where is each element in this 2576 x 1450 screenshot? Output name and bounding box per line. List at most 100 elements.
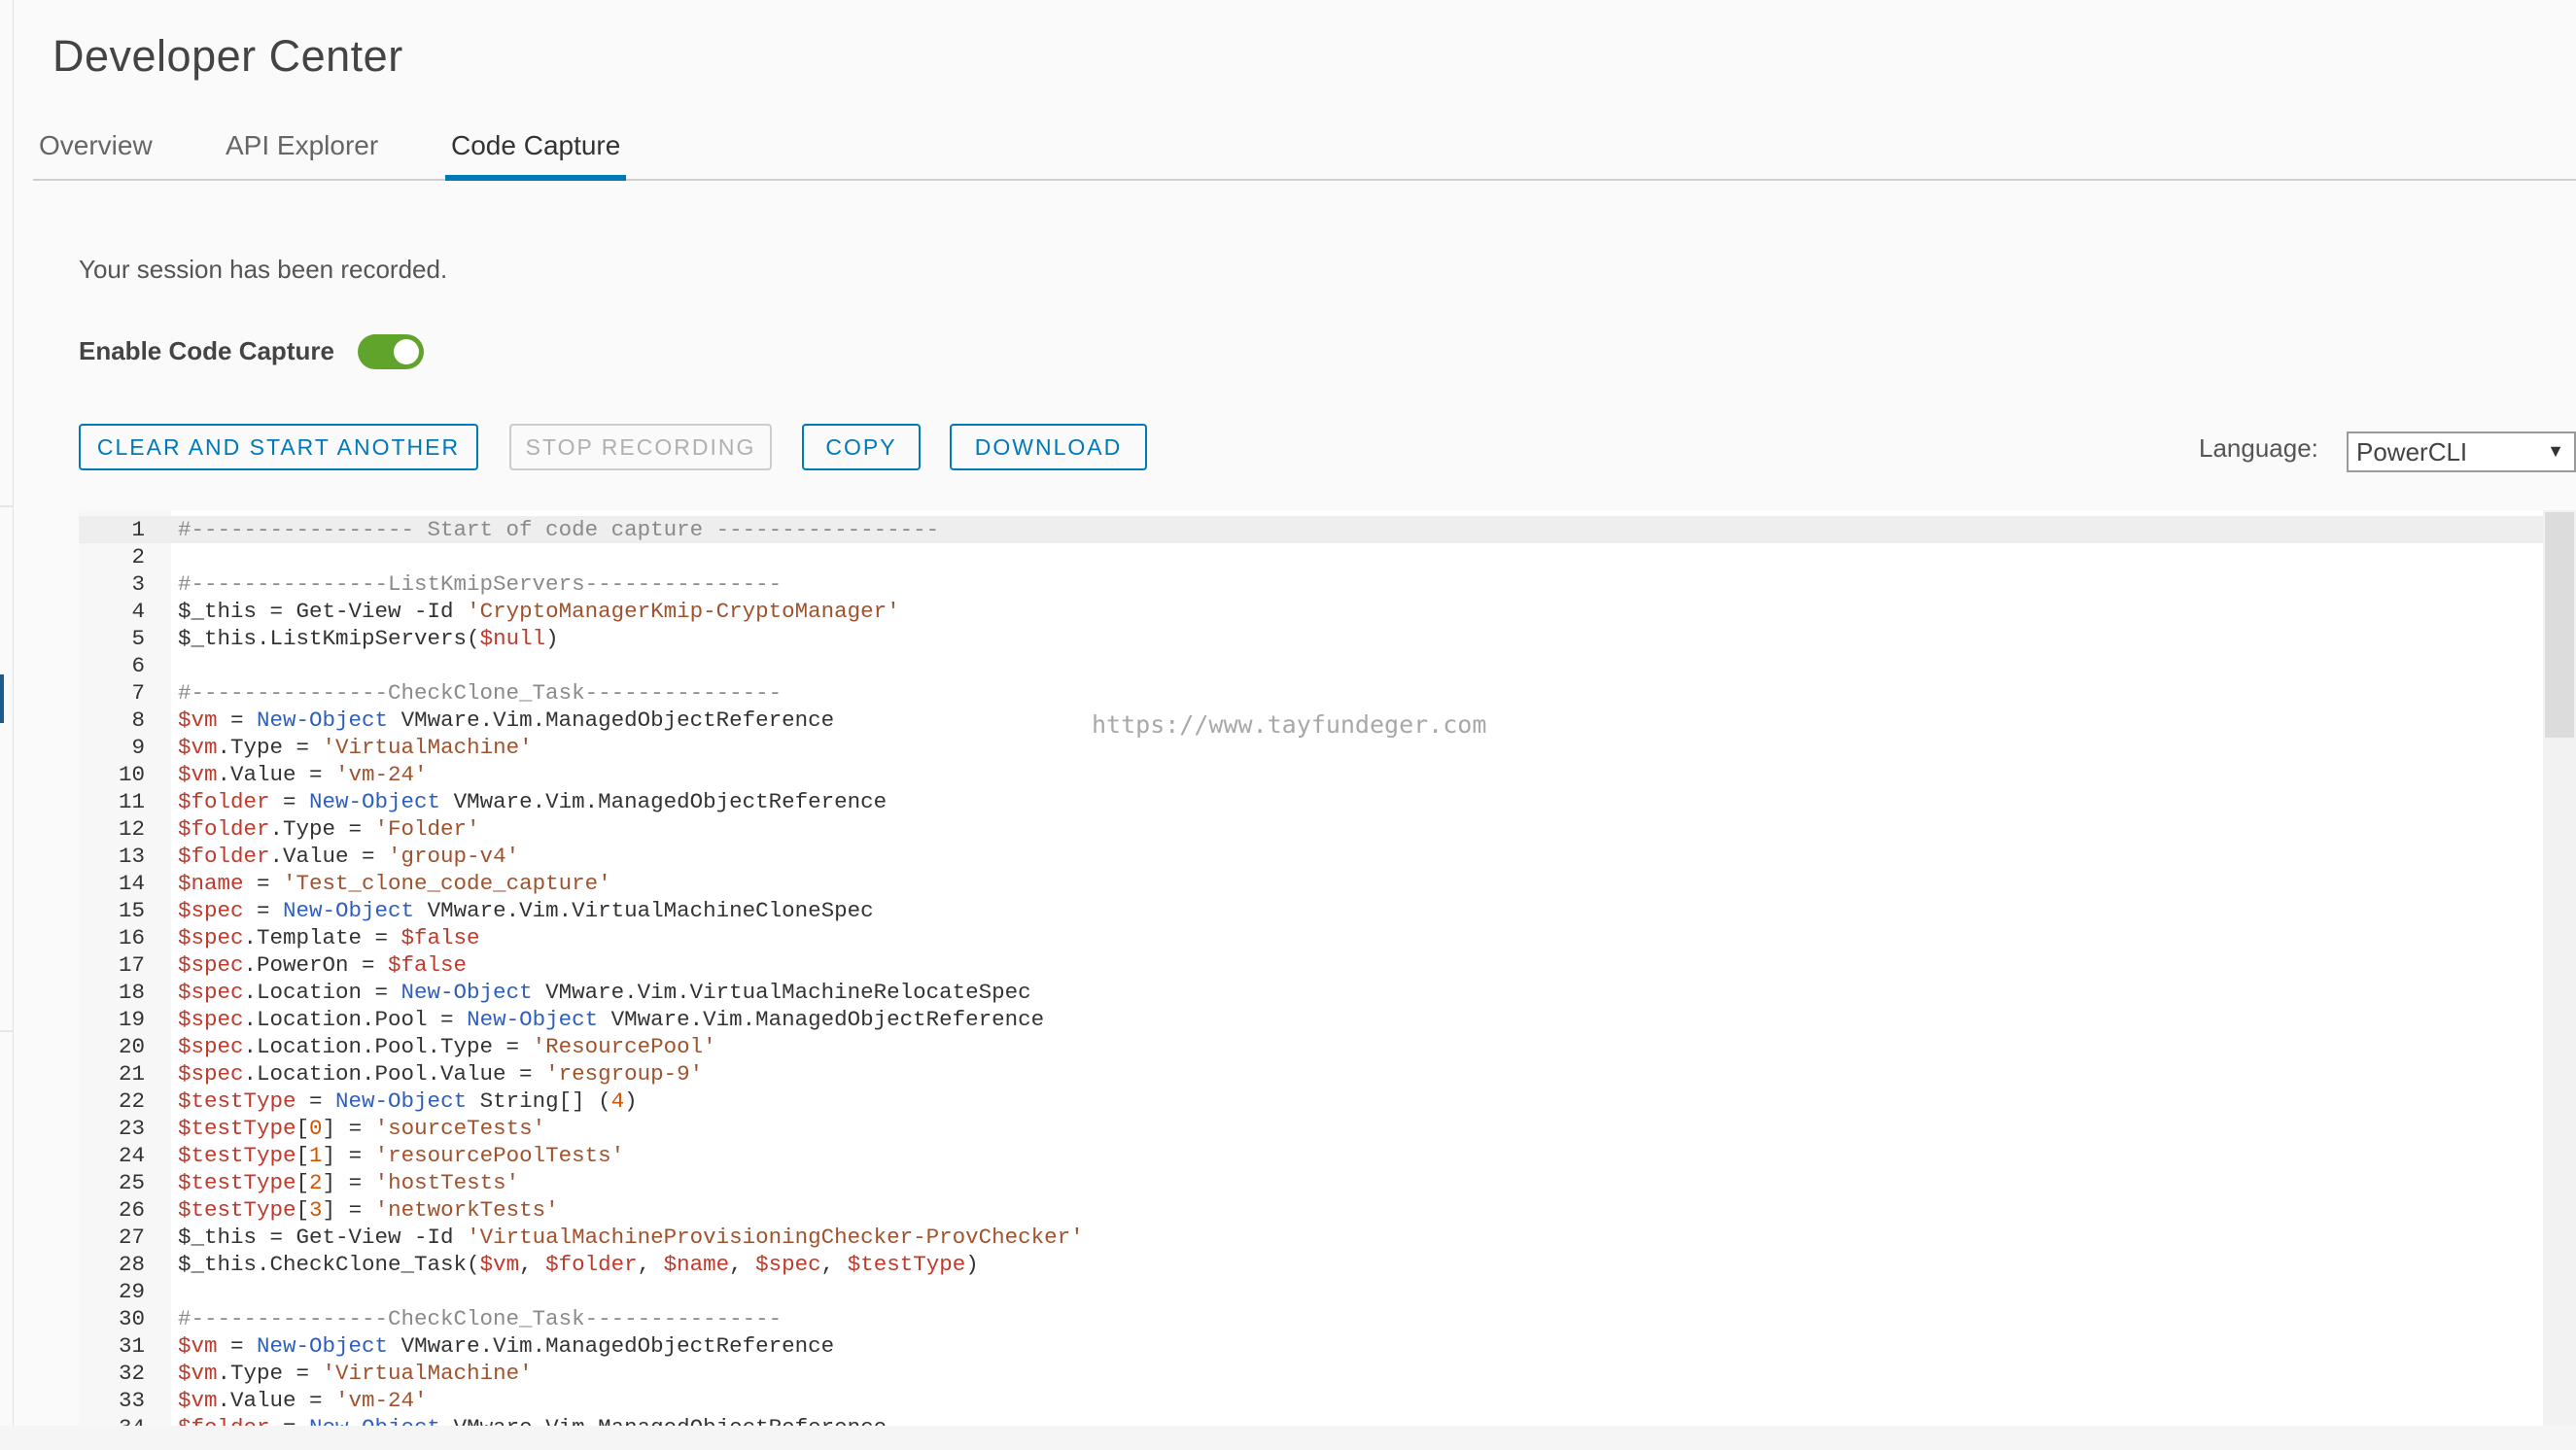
session-status-message: Your session has been recorded.	[79, 255, 448, 284]
code-token: ] =	[322, 1143, 375, 1168]
line-number: 5	[131, 626, 145, 651]
code-text: #---------------ListKmipServers---------…	[178, 570, 782, 598]
code-token: 'VirtualMachine'	[322, 735, 533, 760]
code-text: $testType[3] = 'networkTests'	[178, 1196, 559, 1224]
code-token: .PowerOn =	[243, 952, 389, 978]
code-token: $spec	[178, 1007, 244, 1032]
code-token: [	[296, 1116, 310, 1141]
code-token: 'resgroup-9'	[545, 1061, 704, 1087]
tab-code-capture[interactable]: Code Capture	[445, 130, 627, 181]
code-text: $spec.Location.Pool.Value = 'resgroup-9'	[178, 1060, 703, 1088]
toggle-knob	[394, 339, 419, 364]
code-token: .Type =	[217, 1361, 323, 1386]
line-number: 24	[118, 1143, 145, 1168]
code-token: 'networkTests'	[374, 1197, 559, 1223]
code-token: $vm	[178, 1333, 218, 1359]
code-text: $_this.ListKmipServers($null)	[178, 625, 559, 652]
code-token: New-Object	[309, 789, 441, 814]
code-line: 4 $_this = Get-View -Id 'CryptoManagerKmi…	[79, 598, 2543, 625]
tab-overview[interactable]: Overview	[33, 130, 158, 181]
code-token: VMware.Vim.ManagedObjectReference	[598, 1007, 1045, 1032]
code-token: $spec	[178, 925, 244, 950]
code-token: .Value =	[217, 1388, 336, 1413]
line-number: 23	[118, 1116, 145, 1141]
code-text: $folder = New-Object VMware.Vim.ManagedO…	[178, 788, 887, 815]
code-line: 30 #---------------CheckClone_Task-------…	[79, 1305, 2543, 1332]
code-token: 'vm-24'	[335, 1388, 428, 1413]
code-token: New-Object	[309, 1415, 440, 1426]
code-token: 'VirtualMachine'	[322, 1361, 533, 1386]
code-line: 5 $_this.ListKmipServers($null)	[79, 625, 2543, 652]
code-token: 'group-v4'	[388, 844, 520, 869]
code-token: 'VirtualMachineProvisioningChecker-ProvC…	[467, 1225, 1084, 1250]
code-token: VMware.Vim.ManagedObjectReference	[388, 708, 835, 733]
code-token: 'resourcePoolTests'	[374, 1143, 625, 1168]
code-token: 'sourceTests'	[374, 1116, 546, 1141]
code-text: $vm = New-Object VMware.Vim.ManagedObjec…	[178, 1332, 834, 1360]
code-token: $vm	[479, 1252, 520, 1277]
line-number: 30	[118, 1306, 145, 1331]
code-line: 13 $folder.Value = 'group-v4'	[79, 843, 2543, 870]
line-number: 17	[118, 952, 145, 978]
code-line: 32 $vm.Type = 'VirtualMachine'	[79, 1360, 2543, 1387]
code-token: $vm	[178, 762, 218, 787]
code-text: #---------------CheckClone_Task---------…	[178, 1305, 782, 1332]
code-line: 7 #---------------CheckClone_Task--------…	[79, 679, 2543, 707]
clear-and-start-another-button[interactable]: CLEAR AND START ANOTHER	[79, 424, 478, 470]
code-token: #---------------CheckClone_Task---------…	[178, 1306, 783, 1331]
editor-scrollbar[interactable]	[2543, 510, 2576, 1426]
left-nav-strip	[0, 0, 14, 1450]
stop-recording-button[interactable]: STOP RECORDING	[509, 424, 772, 470]
code-line: 29	[79, 1278, 2543, 1305]
code-token: $vm	[178, 1388, 218, 1413]
line-number: 11	[118, 789, 145, 814]
code-token: $name	[663, 1252, 730, 1277]
code-line: 10 $vm.Value = 'vm-24'	[79, 761, 2543, 788]
code-line: 2	[79, 543, 2543, 570]
code-token: )	[624, 1088, 638, 1114]
tab-api-explorer[interactable]: API Explorer	[220, 130, 384, 181]
code-token: VMware.Vim.ManagedObjectReference	[440, 1415, 888, 1426]
line-number: 7	[131, 680, 145, 706]
line-number: 21	[118, 1061, 145, 1087]
code-text: $vm.Type = 'VirtualMachine'	[178, 734, 533, 761]
code-editor[interactable]: 1 #----------------- Start of code captur…	[79, 510, 2576, 1426]
code-text: $vm.Type = 'VirtualMachine'	[178, 1360, 533, 1387]
line-number: 4	[131, 599, 145, 624]
code-token: .Location.Pool =	[243, 1007, 468, 1032]
code-token: String[] (	[467, 1088, 611, 1114]
code-text: $_this = Get-View -Id 'VirtualMachinePro…	[178, 1224, 1084, 1251]
code-token: $testType	[178, 1116, 296, 1141]
line-number: 19	[118, 1007, 145, 1032]
code-token: .Value =	[269, 844, 389, 869]
code-text: $spec.Template = $false	[178, 924, 480, 951]
code-text: $vm.Value = 'vm-24'	[178, 761, 428, 788]
code-token: $spec	[178, 1061, 244, 1087]
code-capture-toggle[interactable]	[358, 334, 424, 369]
code-token: $folder	[178, 816, 270, 842]
code-token: .Template =	[243, 925, 401, 950]
code-text: $_this.CheckClone_Task($vm, $folder, $na…	[178, 1251, 979, 1278]
line-number: 18	[118, 980, 145, 1005]
code-token: New-Object	[400, 980, 533, 1005]
code-line: 17 $spec.PowerOn = $false	[79, 951, 2543, 979]
code-line: 12 $folder.Type = 'Folder'	[79, 815, 2543, 843]
line-number: 32	[118, 1361, 145, 1386]
code-token: VMware.Vim.ManagedObjectReference	[440, 789, 888, 814]
language-select[interactable]: PowerCLI ▼	[2347, 432, 2576, 472]
code-text: $spec = New-Object VMware.Vim.VirtualMac…	[178, 897, 874, 924]
download-button[interactable]: DOWNLOAD	[950, 424, 1147, 470]
code-token: )	[965, 1252, 979, 1277]
copy-button[interactable]: COPY	[802, 424, 921, 470]
code-token: .Value =	[217, 762, 336, 787]
code-line: 27 $_this = Get-View -Id 'VirtualMachineP…	[79, 1224, 2543, 1251]
code-token: $spec	[178, 952, 244, 978]
code-line: 6	[79, 652, 2543, 679]
scrollbar-thumb[interactable]	[2545, 512, 2574, 738]
bottom-bar	[0, 1426, 2576, 1450]
line-number: 10	[118, 762, 145, 787]
code-token: $_this.CheckClone_Task(	[178, 1252, 480, 1277]
code-token: =	[217, 708, 258, 733]
code-token: $folder	[178, 789, 270, 814]
code-token: =	[269, 789, 310, 814]
